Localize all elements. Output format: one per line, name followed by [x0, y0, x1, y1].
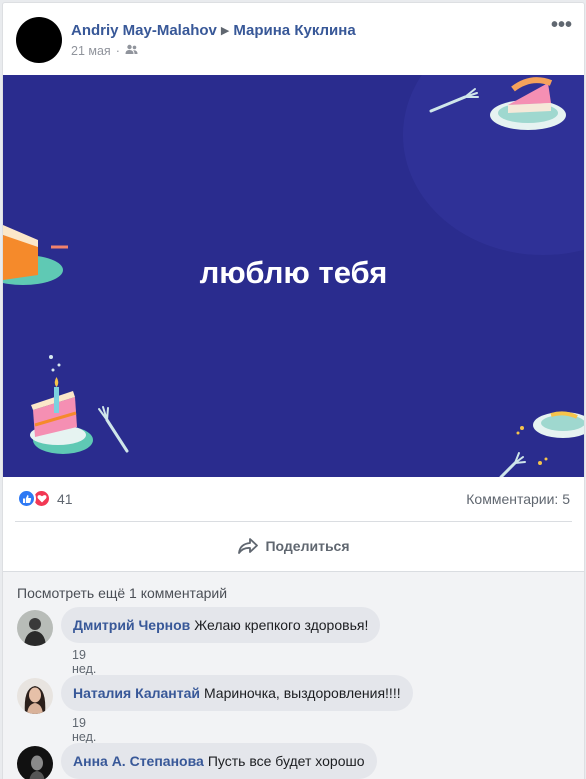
commenter-avatar[interactable] — [17, 610, 53, 646]
post-menu-button[interactable]: ••• — [551, 15, 572, 35]
share-icon — [238, 538, 259, 554]
comment-text: Пусть все будет хорошо — [207, 753, 365, 769]
comments-section: Посмотреть ещё 1 комментарий Дмитрий Чер… — [3, 571, 584, 779]
recipient-name-link[interactable]: Марина Куклина — [233, 22, 355, 39]
meta-separator: · — [115, 44, 120, 58]
commenter-avatar[interactable] — [17, 678, 53, 714]
commenter-avatar[interactable] — [17, 746, 53, 779]
friends-icon[interactable] — [125, 44, 138, 58]
share-button[interactable]: Поделиться — [3, 531, 584, 561]
post-banner: люблю тебя — [3, 75, 584, 477]
view-more-comments-link[interactable]: Посмотреть ещё 1 комментарий — [17, 585, 227, 601]
reactions-count: 41 — [57, 490, 73, 507]
arrow-icon: ▶ — [220, 25, 230, 37]
commenter-name-link[interactable]: Анна А. Степанова — [73, 753, 204, 769]
comment-text: Мариночка, выздоровления!!!! — [203, 685, 401, 701]
post-header: Andriy May-Malahov ▶ Марина Куклина 21 мая… — [3, 3, 584, 75]
comments-count-link[interactable]: Комментарии: 5 — [466, 491, 570, 507]
reactions-summary[interactable]: 41 — [17, 489, 73, 508]
post-card: Andriy May-Malahov ▶ Марина Куклина 21 мая… — [2, 2, 585, 779]
commenter-name-link[interactable]: Наталия Калантай — [73, 685, 200, 701]
commenter-name-link[interactable]: Дмитрий Чернов — [73, 617, 190, 633]
like-reaction-icon — [17, 489, 36, 508]
banner-text: люблю тебя — [199, 255, 388, 290]
divider — [15, 521, 572, 522]
post-title: Andriy May-Malahov ▶ Марина Куклина — [71, 22, 356, 39]
comment-time-link[interactable]: 19 нед. — [72, 648, 96, 676]
comment-bubble: Анна А. Степанова Пусть все будет хорошо — [61, 743, 377, 779]
author-name-link[interactable]: Andriy May-Malahov — [71, 22, 217, 39]
comment-text: Желаю крепкого здоровья! — [194, 617, 369, 633]
share-label: Поделиться — [265, 538, 350, 554]
post-date-link[interactable]: 21 мая — [71, 44, 111, 58]
comment-bubble: Наталия Калантай Мариночка, выздоровления… — [61, 675, 413, 711]
comment-time-link[interactable]: 19 нед. — [72, 716, 96, 744]
post-meta: 21 мая · — [71, 44, 138, 58]
comment-bubble: Дмитрий Чернов Желаю крепкого здоровья! — [61, 607, 381, 643]
author-avatar[interactable] — [16, 17, 62, 63]
